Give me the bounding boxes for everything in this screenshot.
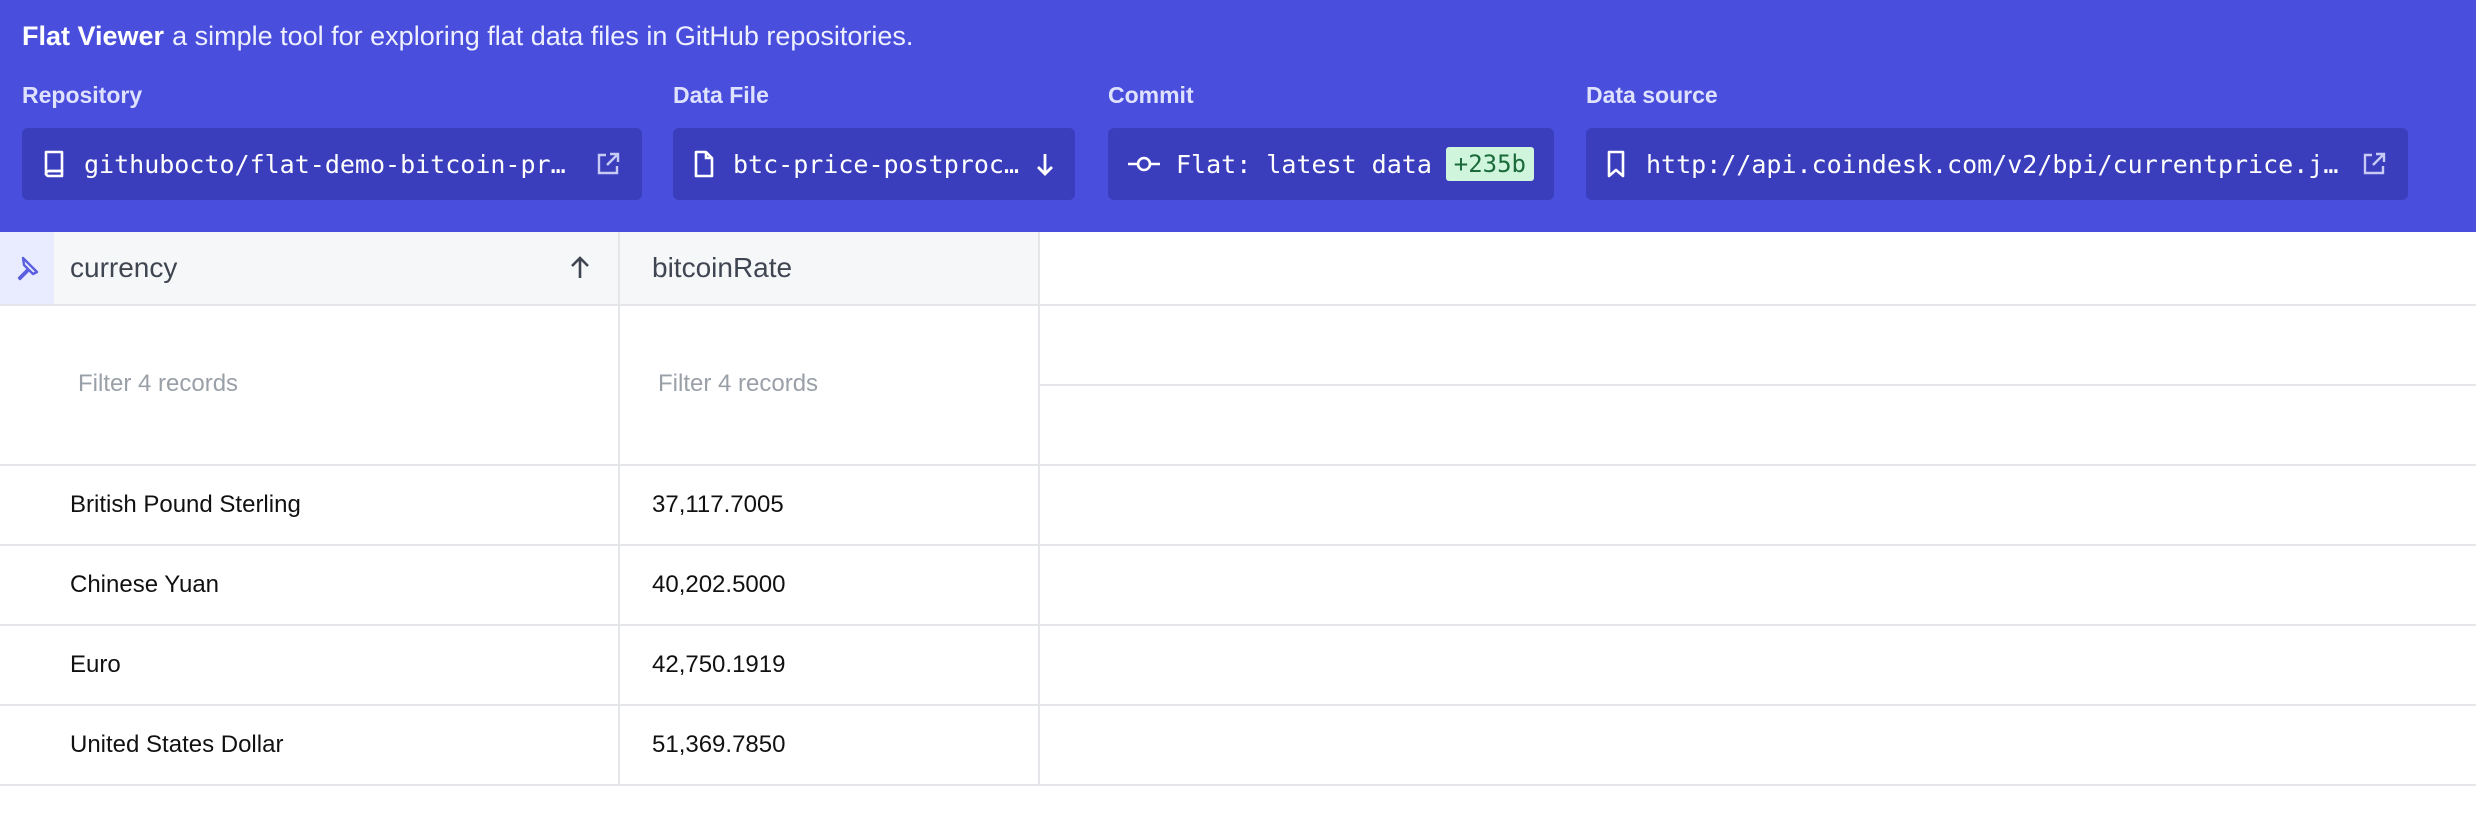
- table-row[interactable]: Chinese Yuan 40,202.5000: [0, 546, 2476, 626]
- cell-currency: British Pound Sterling: [0, 466, 620, 544]
- data-source-label: Data source: [1586, 82, 1718, 108]
- filter-input-bitcoinrate[interactable]: [654, 356, 1018, 412]
- pin-icon[interactable]: [0, 232, 54, 304]
- column-header-bitcoinrate[interactable]: bitcoinRate: [620, 232, 1040, 304]
- table-row[interactable]: Euro 42,750.1919: [0, 626, 2476, 706]
- cell-currency: Chinese Yuan: [0, 546, 620, 624]
- commit-selector[interactable]: Flat: latest data +235b: [1108, 128, 1554, 200]
- app-brand: Flat Viewer: [22, 21, 165, 51]
- filter-row: [0, 306, 2476, 466]
- cell-bitcoinrate: 37,117.7005: [620, 466, 1040, 544]
- external-link-icon[interactable]: [594, 150, 622, 178]
- data-file-label: Data File: [673, 82, 769, 108]
- commit-label: Commit: [1108, 82, 1194, 108]
- filter-input-currency[interactable]: [74, 356, 578, 412]
- filter-cell: [0, 306, 620, 464]
- table-row[interactable]: United States Dollar 51,369.7850: [0, 706, 2476, 786]
- arrow-down-icon[interactable]: [1035, 150, 1055, 178]
- git-commit-icon: [1128, 154, 1160, 174]
- repo-icon: [42, 150, 66, 178]
- filter-cell: [620, 306, 1040, 464]
- data-file-selector[interactable]: btc-price-postprocessed.json: [673, 128, 1075, 200]
- external-link-icon[interactable]: [2360, 150, 2388, 178]
- repository-label: Repository: [22, 82, 143, 108]
- repository-selector[interactable]: githubocto/flat-demo-bitcoin-price: [22, 128, 642, 200]
- file-icon: [693, 150, 715, 178]
- cell-currency: Euro: [0, 626, 620, 704]
- commit-size-badge: +235b: [1445, 147, 1534, 181]
- app-header: Flat Viewer a simple tool for exploring f…: [0, 0, 2476, 232]
- arrow-up-icon[interactable]: [568, 254, 592, 282]
- commit-message: Flat: latest data: [1176, 149, 1432, 179]
- cell-bitcoinrate: 40,202.5000: [620, 546, 1040, 624]
- bookmark-icon: [1606, 150, 1626, 178]
- data-source-link[interactable]: http://api.coindesk.com/v2/bpi/currentpr…: [1586, 128, 2408, 200]
- app-tagline: Flat Viewer a simple tool for exploring f…: [22, 18, 913, 54]
- divider: [1040, 384, 2476, 386]
- cell-bitcoinrate: 42,750.1919: [620, 626, 1040, 704]
- data-source-url: http://api.coindesk.com/v2/bpi/currentpr…: [1646, 149, 2344, 179]
- column-header-currency[interactable]: currency: [0, 232, 620, 304]
- app-description: a simple tool for exploring flat data fi…: [172, 21, 914, 51]
- column-header-label: bitcoinRate: [652, 252, 793, 283]
- column-header-label: currency: [70, 252, 178, 283]
- header-row: currency bitcoinRate: [0, 232, 2476, 306]
- cell-currency: United States Dollar: [0, 706, 620, 784]
- table-row[interactable]: British Pound Sterling 37,117.7005: [0, 466, 2476, 546]
- repository-value: githubocto/flat-demo-bitcoin-price: [84, 149, 578, 179]
- data-file-value: btc-price-postprocessed.json: [733, 149, 1021, 179]
- cell-bitcoinrate: 51,369.7850: [620, 706, 1040, 784]
